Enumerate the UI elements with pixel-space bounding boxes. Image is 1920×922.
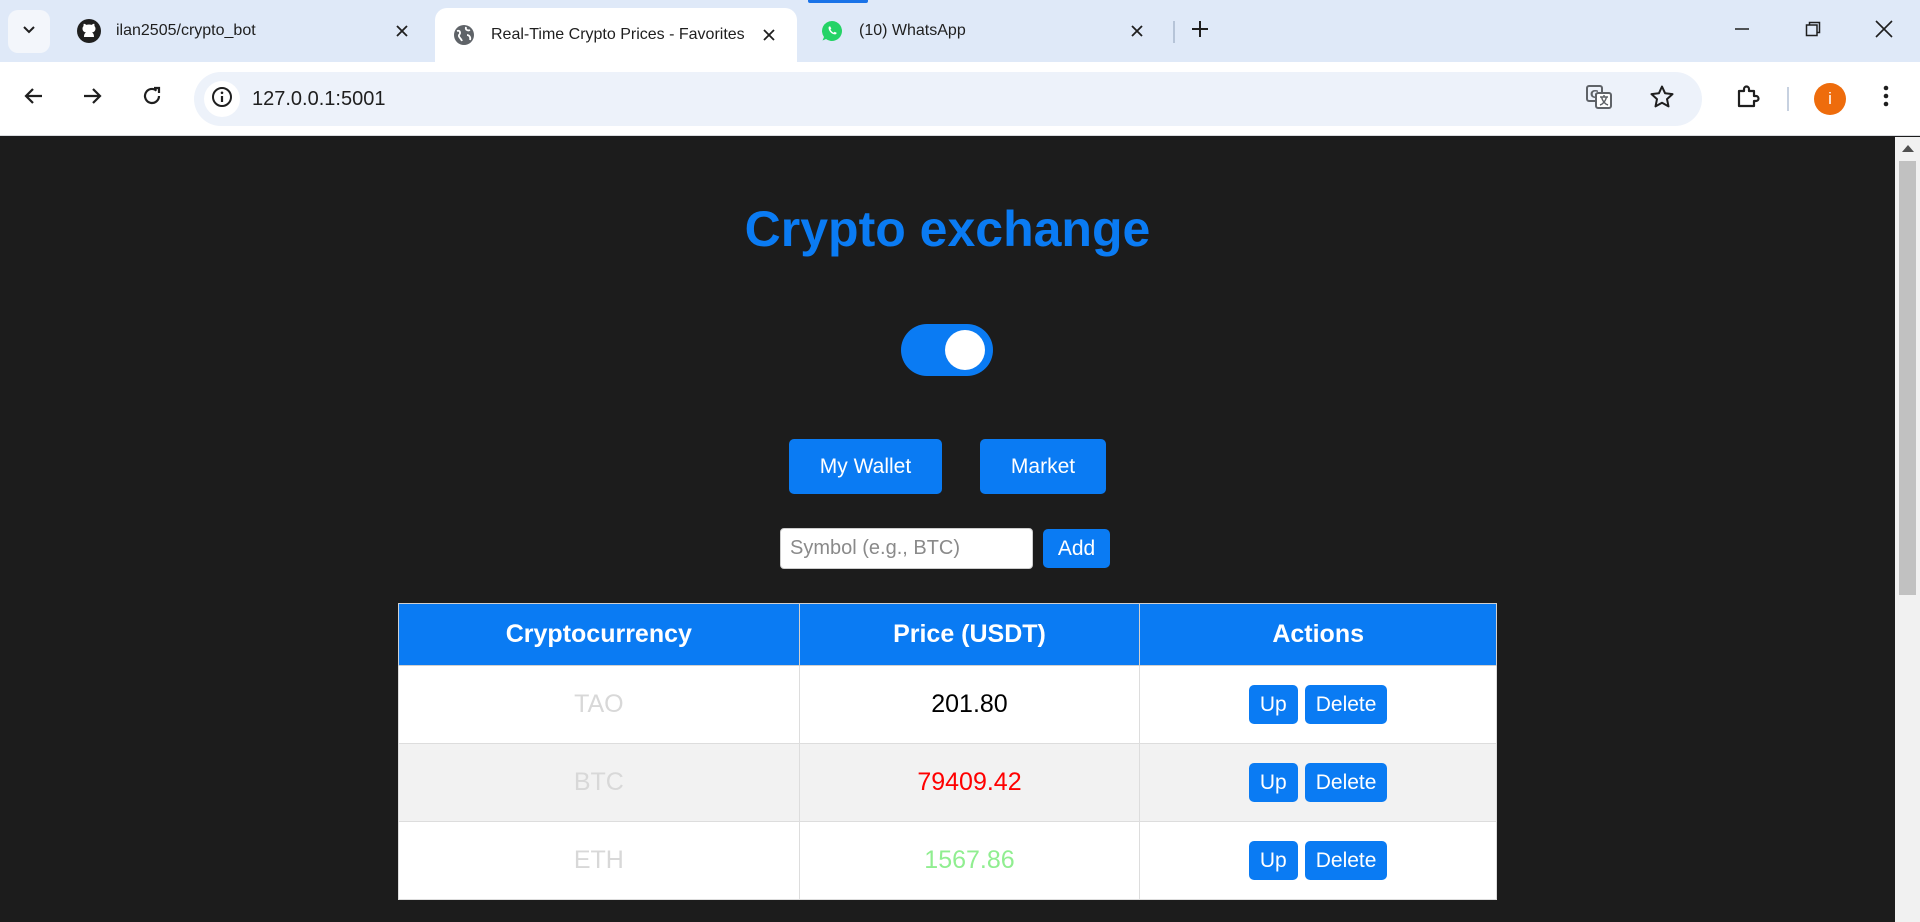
minimize-icon	[1734, 21, 1750, 42]
profile-avatar[interactable]: i	[1814, 83, 1846, 115]
page-viewport: Crypto exchange My Wallet Market Add Cry…	[0, 137, 1895, 922]
actions-cell: Up Delete	[1139, 821, 1497, 900]
reload-button[interactable]	[132, 78, 172, 118]
extensions-button[interactable]	[1728, 78, 1768, 118]
symbol-input[interactable]	[780, 528, 1033, 569]
tab-loading-indicator	[808, 0, 868, 3]
restore-button[interactable]	[1777, 0, 1849, 62]
tab-divider	[1173, 21, 1175, 43]
toggle-knob	[945, 330, 985, 370]
symbol-cell: TAO	[398, 665, 800, 744]
tab-title: Real-Time Crypto Prices - Favorites	[491, 26, 745, 43]
toolbar-divider	[1787, 87, 1789, 111]
star-icon	[1649, 84, 1675, 115]
arrow-right-icon	[81, 85, 103, 112]
site-info-button[interactable]	[204, 81, 240, 117]
scroll-up-arrow-icon[interactable]	[1902, 145, 1914, 152]
new-tab-button[interactable]	[1183, 12, 1217, 50]
page-title: Crypto exchange	[744, 201, 1151, 257]
close-icon	[1875, 19, 1893, 43]
table-header-row: Cryptocurrency Price (USDT) Actions	[398, 603, 1497, 666]
minimize-button[interactable]	[1706, 0, 1778, 62]
header-cryptocurrency: Cryptocurrency	[398, 603, 800, 666]
back-button[interactable]	[14, 78, 54, 118]
puzzle-icon	[1735, 83, 1761, 114]
bookmark-button[interactable]	[1646, 83, 1678, 115]
price-cell: 79409.42	[798, 743, 1141, 822]
browser-tab-strip: ilan2505/crypto_bot Real-Time Crypto Pri…	[0, 0, 1920, 62]
scrollbar-thumb[interactable]	[1899, 161, 1916, 595]
browser-toolbar: 127.0.0.1:5001 G i	[0, 62, 1920, 136]
symbol-cell: BTC	[398, 743, 800, 822]
forward-button[interactable]	[72, 78, 112, 118]
tab-crypto-prices[interactable]: Real-Time Crypto Prices - Favorites	[435, 8, 797, 62]
tab-title: ilan2505/crypto_bot	[116, 22, 256, 39]
whatsapp-icon	[819, 18, 845, 44]
info-icon	[211, 86, 233, 113]
close-icon[interactable]	[390, 19, 414, 43]
github-icon	[76, 18, 102, 44]
close-window-button[interactable]	[1848, 0, 1920, 62]
actions-cell: Up Delete	[1139, 743, 1497, 822]
add-button[interactable]: Add	[1043, 529, 1110, 568]
actions-cell: Up Delete	[1139, 665, 1497, 744]
price-cell: 201.80	[798, 665, 1141, 744]
move-up-button[interactable]: Up	[1248, 685, 1298, 724]
globe-icon	[451, 22, 477, 48]
market-button[interactable]: Market	[980, 439, 1106, 494]
theme-toggle[interactable]	[901, 324, 993, 376]
plus-icon	[1191, 20, 1209, 43]
table-row: ETH 1567.86 Up Delete	[398, 821, 1497, 900]
restore-icon	[1805, 21, 1821, 42]
reload-icon	[141, 85, 163, 112]
table-row: TAO 201.80 Up Delete	[398, 665, 1497, 744]
symbol-cell: ETH	[398, 821, 800, 900]
url-text[interactable]: 127.0.0.1:5001	[252, 88, 385, 111]
arrow-left-icon	[23, 85, 45, 112]
delete-button[interactable]: Delete	[1304, 685, 1388, 724]
delete-button[interactable]: Delete	[1304, 841, 1388, 880]
header-actions: Actions	[1139, 603, 1497, 666]
price-cell: 1567.86	[798, 821, 1141, 900]
close-icon[interactable]	[757, 23, 781, 47]
header-price: Price (USDT)	[798, 603, 1141, 666]
favorites-table: Cryptocurrency Price (USDT) Actions TAO …	[398, 603, 1497, 900]
page-scrollbar[interactable]	[1895, 137, 1920, 922]
close-icon[interactable]	[1125, 19, 1149, 43]
tab-github[interactable]: ilan2505/crypto_bot	[60, 8, 430, 54]
browser-menu-button[interactable]	[1866, 78, 1906, 118]
translate-button[interactable]: G	[1584, 84, 1614, 114]
delete-button[interactable]: Delete	[1304, 763, 1388, 802]
my-wallet-button[interactable]: My Wallet	[789, 439, 942, 494]
move-up-button[interactable]: Up	[1248, 841, 1298, 880]
more-vertical-icon	[1883, 85, 1889, 112]
tab-title: (10) WhatsApp	[859, 22, 966, 39]
table-row: BTC 79409.42 Up Delete	[398, 743, 1497, 822]
move-up-button[interactable]: Up	[1248, 763, 1298, 802]
tab-search-button[interactable]	[8, 10, 50, 53]
tab-whatsapp[interactable]: (10) WhatsApp	[803, 8, 1165, 54]
translate-icon: G	[1585, 83, 1613, 116]
chevron-down-icon	[21, 21, 37, 42]
address-bar[interactable]: 127.0.0.1:5001 G	[194, 72, 1702, 126]
